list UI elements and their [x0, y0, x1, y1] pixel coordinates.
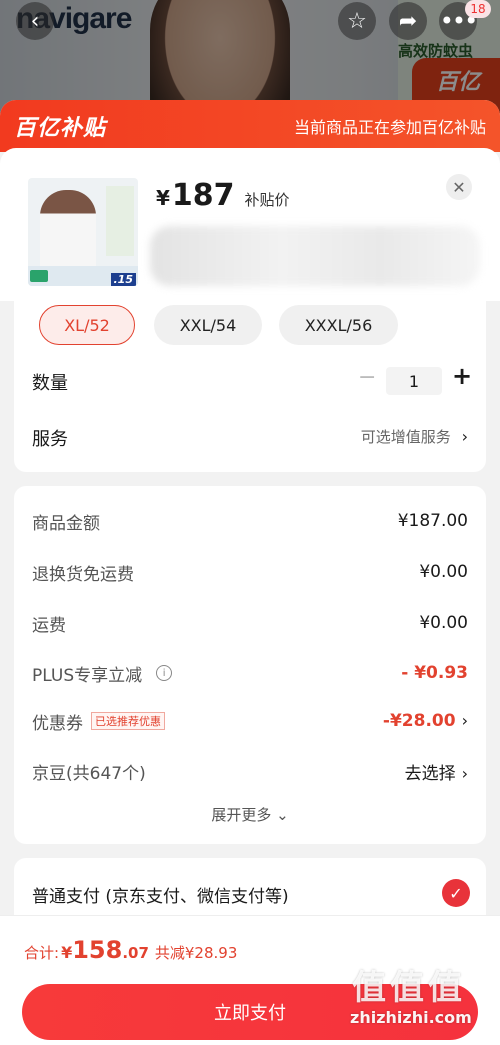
return-shipping-row: 退换货免运费 ¥0.00	[32, 557, 468, 587]
chevron-right-icon: ›	[461, 427, 468, 446]
goods-amount-row: 商品金额 ¥187.00	[32, 506, 468, 536]
expand-more-button[interactable]: 展开更多 ⌄	[14, 804, 486, 825]
chevron-left-icon: ‹	[30, 8, 40, 34]
order-total: 合计: ¥ 158 .07 共减¥28.93	[24, 936, 237, 964]
service-label: 服务	[32, 429, 68, 450]
size-option-xxxl[interactable]: XXXL/56	[279, 305, 398, 345]
shipping-label: 运费	[32, 615, 66, 636]
star-icon: ☆	[347, 8, 367, 34]
goods-amount-value: ¥187.00	[397, 511, 468, 531]
return-shipping-value: ¥0.00	[419, 562, 468, 582]
coupon-row[interactable]: 优惠券 已选推荐优惠 -¥28.00 ›	[32, 706, 468, 736]
plus-discount-label-wrap: PLUS专享立减 i	[32, 661, 173, 686]
back-button[interactable]: ‹	[16, 2, 54, 40]
jingdou-row[interactable]: 京豆(共647个) 去选择 ›	[32, 756, 468, 786]
return-shipping-label: 退换货免运费	[32, 564, 134, 585]
cart-count-badge: 18	[465, 0, 491, 18]
price-row: ¥ 187 补贴价	[156, 178, 290, 213]
product-thumbnail: .15	[28, 178, 138, 286]
total-decimal: .07	[122, 944, 149, 962]
quantity-label: 数量	[32, 373, 68, 394]
checkout-footer: 合计: ¥ 158 .07 共减¥28.93 立即支付 值值值 zhizhizh…	[0, 915, 500, 1045]
close-icon: ✕	[452, 177, 466, 197]
coupon-label-wrap: 优惠券 已选推荐优惠	[32, 709, 165, 734]
jingdou-value-wrap: 去选择 ›	[405, 759, 468, 784]
coupon-recommend-tag: 已选推荐优惠	[91, 712, 165, 730]
share-button[interactable]: ➦	[389, 2, 427, 40]
total-integer: 158	[72, 936, 123, 964]
chevron-right-icon: ›	[461, 711, 468, 730]
service-link-text: 可选增值服务	[360, 428, 451, 446]
close-button[interactable]: ✕	[446, 174, 472, 200]
subsidy-banner: 百亿补贴 当前商品正在参加百亿补贴	[0, 100, 500, 152]
plus-discount-row: PLUS专享立减 i - ¥0.93	[32, 658, 468, 688]
site-watermark-url: zhizhizhi.com	[350, 1008, 472, 1027]
jingdou-value: 去选择	[404, 763, 456, 784]
share-arrow-icon: ➦	[398, 8, 418, 34]
fee-breakdown-card: 商品金额 ¥187.00 退换货免运费 ¥0.00 运费 ¥0.00 PLUS专…	[14, 486, 486, 844]
total-label: 合计:	[24, 944, 60, 962]
size-option-xl[interactable]: XL/52	[39, 305, 135, 345]
thumbnail-price: .15	[110, 273, 136, 286]
value-added-service-link[interactable]: 可选增值服务 ›	[361, 426, 468, 447]
plus-discount-value: - ¥0.93	[401, 663, 468, 683]
thumbnail-side-panel	[106, 186, 134, 256]
quantity-decrease-button[interactable]: −	[358, 365, 376, 390]
options-card: XL/52 XXL/54 XXXL/56 数量 − 1 + 服务 可选增值服务 …	[14, 301, 486, 472]
coupon-label: 优惠券	[32, 713, 83, 734]
price-value: 187	[171, 178, 235, 213]
chevron-right-icon: ›	[461, 763, 468, 783]
purchase-sheet: 百亿补贴 当前商品正在参加百亿补贴 .15 ¥ 187 补贴价 ✕ XL/52 …	[0, 100, 500, 1045]
price-label: 补贴价	[244, 191, 290, 209]
total-saved: 共减¥28.93	[154, 944, 238, 962]
thumbnail-model	[40, 190, 96, 274]
shipping-row: 运费 ¥0.00	[32, 608, 468, 638]
shipping-value: ¥0.00	[419, 613, 468, 633]
subsidy-logo: 百亿补贴	[14, 116, 107, 141]
coupon-value-wrap: -¥28.00 ›	[383, 711, 468, 731]
info-icon[interactable]: i	[156, 665, 173, 681]
size-option-xxl[interactable]: XXL/54	[154, 305, 262, 345]
thumbnail-tag	[30, 270, 48, 282]
check-icon[interactable]: ✓	[442, 879, 470, 907]
payment-method-label: 普通支付 (京东支付、微信支付等)	[32, 887, 289, 907]
goods-amount-label: 商品金额	[32, 513, 100, 534]
total-currency: ¥	[61, 943, 73, 962]
quantity-increase-button[interactable]: +	[452, 362, 472, 390]
jingdou-label: 京豆(共647个)	[32, 763, 146, 784]
favorite-button[interactable]: ☆	[338, 2, 376, 40]
coupon-value: -¥28.00	[382, 711, 456, 731]
plus-discount-label: PLUS专享立减	[32, 665, 143, 686]
subsidy-note: 当前商品正在参加百亿补贴	[293, 118, 486, 137]
blurred-product-info	[150, 226, 480, 286]
product-summary: .15 ¥ 187 补贴价 ✕	[0, 148, 500, 301]
site-watermark: 值值值	[352, 968, 466, 1008]
price-currency: ¥	[156, 186, 170, 210]
quantity-input[interactable]: 1	[386, 367, 442, 395]
